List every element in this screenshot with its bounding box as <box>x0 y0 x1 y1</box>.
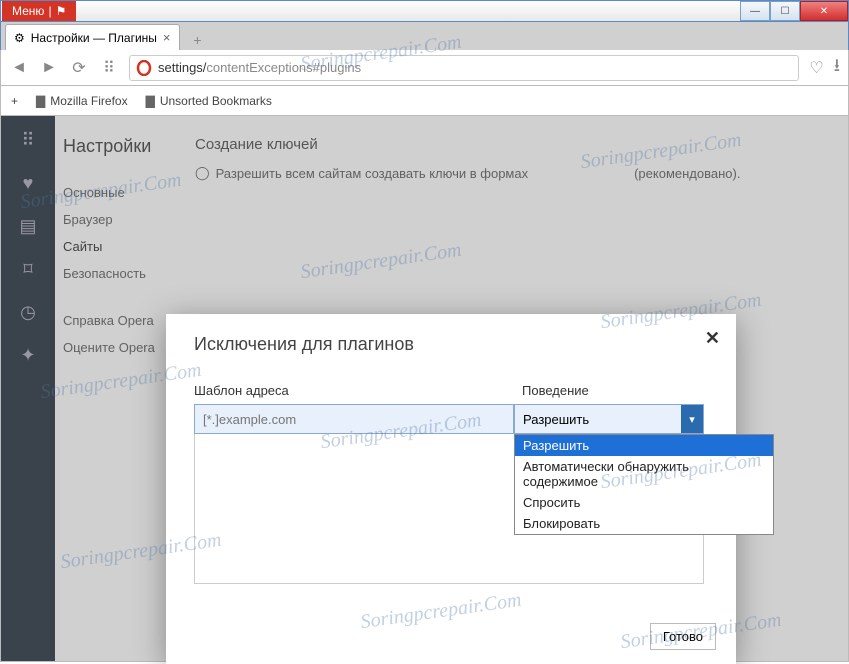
new-tab-button[interactable]: + <box>186 30 210 50</box>
download-icon[interactable]: ⭳ <box>834 53 840 83</box>
divider: | <box>48 4 51 18</box>
flag-icon: ⚑ <box>56 4 67 18</box>
select-value: Разрешить <box>523 412 589 427</box>
gear-icon: ⚙ <box>14 31 25 45</box>
tab-settings[interactable]: ⚙ Настройки — Плагины × <box>5 24 180 50</box>
option-auto[interactable]: Автоматически обнаружить содержимое <box>515 456 773 492</box>
menu-label: Меню <box>12 4 44 18</box>
exceptions-modal: ✕ Исключения для плагинов Шаблон адреса … <box>166 314 736 664</box>
menu-button[interactable]: Меню | ⚑ <box>2 1 76 21</box>
option-block[interactable]: Блокировать <box>515 513 773 534</box>
bookmark-unsorted[interactable]: ▇ Unsorted Bookmarks <box>146 94 272 108</box>
minimize-button[interactable]: — <box>740 1 770 21</box>
heart-icon[interactable]: ♡ <box>809 58 823 78</box>
url-pattern-input[interactable] <box>194 404 514 434</box>
folder-icon: ▇ <box>146 94 155 108</box>
modal-title: Исключения для плагинов <box>194 334 708 355</box>
window-titlebar: Меню | ⚑ — ☐ ✕ <box>0 0 849 22</box>
opera-icon <box>136 60 152 76</box>
option-allow[interactable]: Разрешить <box>515 435 773 456</box>
bookmark-label: Mozilla Firefox <box>50 94 127 108</box>
url-text: settings/contentExceptions#plugins <box>158 60 361 75</box>
toolbar: ◄ ► ⟳ ⠿ settings/contentExceptions#plugi… <box>0 50 849 86</box>
close-window-button[interactable]: ✕ <box>800 1 848 21</box>
done-button[interactable]: Готово <box>650 623 716 650</box>
tab-title: Настройки — Плагины <box>31 31 157 45</box>
behavior-dropdown: Разрешить Автоматически обнаружить содер… <box>514 434 774 535</box>
folder-icon: ▇ <box>36 94 45 108</box>
speed-dial-icon[interactable]: ⠿ <box>99 58 119 78</box>
content-area: ⠿ ♥ ▤ ⌑ ◷ ✦ Настройки Основные Браузер С… <box>0 116 849 662</box>
bookmark-firefox[interactable]: ▇ Mozilla Firefox <box>36 94 128 108</box>
tab-bar: ⚙ Настройки — Плагины × + <box>0 22 849 50</box>
url-pattern-label: Шаблон адреса <box>194 383 514 398</box>
bookmark-label: Unsorted Bookmarks <box>160 94 272 108</box>
option-ask[interactable]: Спросить <box>515 492 773 513</box>
window-controls: — ☐ ✕ <box>740 1 848 21</box>
url-box[interactable]: settings/contentExceptions#plugins <box>129 55 799 81</box>
bookmarks-bar: + ▇ Mozilla Firefox ▇ Unsorted Bookmarks <box>0 86 849 116</box>
tab-close-icon[interactable]: × <box>163 30 171 45</box>
chevron-down-icon: ▾ <box>681 405 703 433</box>
modal-close-button[interactable]: ✕ <box>705 328 720 349</box>
back-button[interactable]: ◄ <box>9 59 29 77</box>
reload-button[interactable]: ⟳ <box>69 58 89 78</box>
add-bookmark-button[interactable]: + <box>11 94 18 108</box>
behavior-label: Поведение <box>522 383 704 398</box>
forward-button[interactable]: ► <box>39 59 59 77</box>
behavior-select[interactable]: Разрешить ▾ <box>514 404 704 434</box>
maximize-button[interactable]: ☐ <box>770 1 800 21</box>
